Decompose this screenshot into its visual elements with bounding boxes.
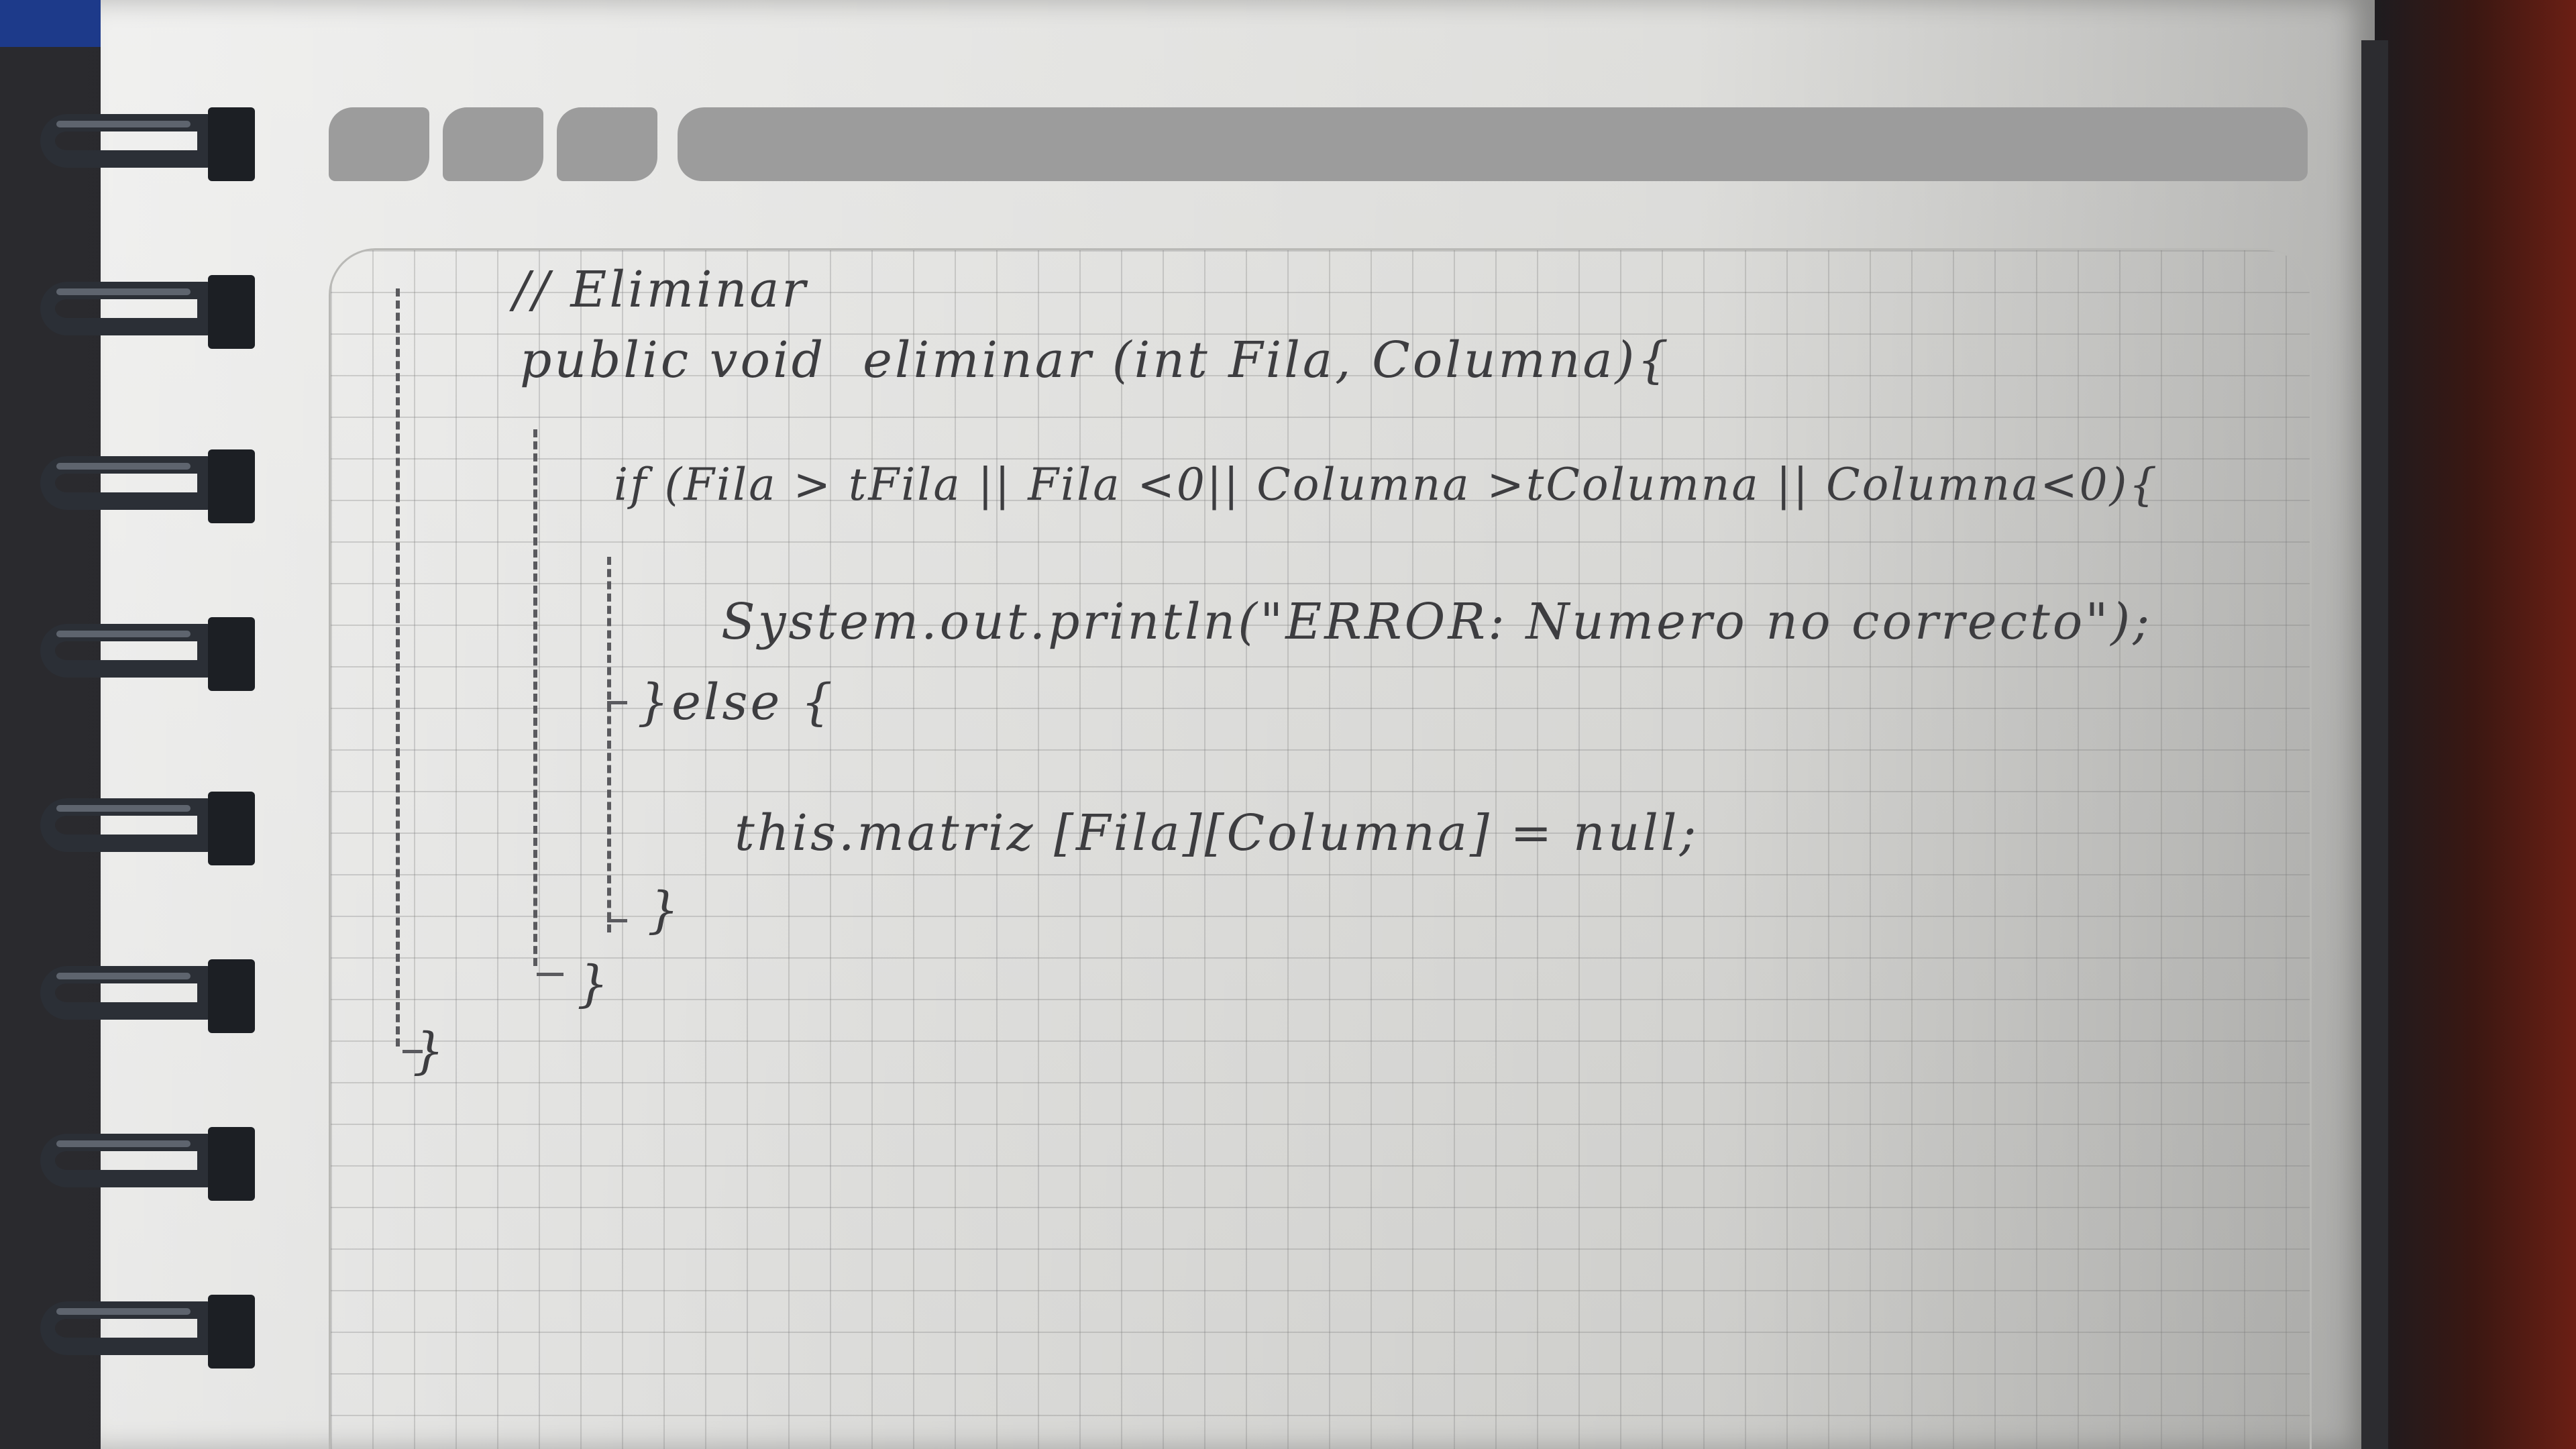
indent-guide-block (607, 557, 611, 932)
code-line-close-if: } (577, 955, 612, 1013)
code-line-else: }else { (637, 674, 835, 731)
header-tab-3 (557, 107, 657, 181)
indent-tick (537, 973, 564, 976)
header-bar (678, 107, 2308, 181)
spiral-ring (40, 610, 262, 696)
code-line-assignment: this.matriz [Fila][Columna] = null; (735, 804, 1699, 862)
spiral-ring (40, 1288, 262, 1374)
indent-tick (607, 919, 627, 922)
code-line-close-method: } (413, 1022, 447, 1080)
header-tab-1 (329, 107, 429, 181)
indent-tick (607, 701, 627, 704)
code-line-if-condition: if (Fila > tFila || Fila <0|| Columna >t… (614, 459, 2159, 511)
code-comment: // Eliminar (513, 261, 808, 319)
page-edge-shadow (2361, 40, 2388, 1449)
code-line-method-signature: public void eliminar (int Fila, Columna)… (520, 331, 1672, 389)
spiral-ring (40, 443, 262, 529)
code-line-println: System.out.println("ERROR: Numero no cor… (721, 593, 2153, 651)
header-tab-2 (443, 107, 543, 181)
indent-guide-method (396, 288, 400, 1046)
spiral-ring (40, 1120, 262, 1206)
indent-guide-if (533, 429, 537, 966)
code-line-close-else: } (647, 881, 682, 939)
spiral-ring (40, 101, 262, 186)
spiral-ring (40, 785, 262, 871)
photo-scene: // Eliminar public void eliminar (int Fi… (0, 0, 2576, 1449)
spiral-ring (40, 953, 262, 1038)
spiral-ring (40, 268, 262, 354)
